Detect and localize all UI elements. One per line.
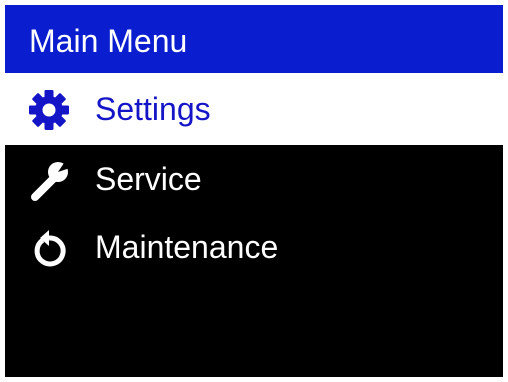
main-menu-list: Settings Service Maintenance: [5, 73, 503, 281]
menu-item-label: Settings: [95, 91, 211, 127]
menu-item-settings[interactable]: Settings: [5, 73, 503, 145]
menu-item-service[interactable]: Service: [5, 145, 503, 213]
wrench-icon: [27, 159, 71, 203]
page-title: Main Menu: [29, 23, 188, 59]
menu-screen: Main Menu Settings Service Maintenance: [5, 5, 503, 377]
menu-item-label: Maintenance: [95, 229, 279, 265]
header-bar: Main Menu: [5, 5, 503, 73]
menu-item-label: Service: [95, 161, 202, 197]
reset-arrow-icon: [27, 227, 71, 271]
gear-icon: [27, 88, 71, 132]
menu-item-maintenance[interactable]: Maintenance: [5, 213, 503, 281]
